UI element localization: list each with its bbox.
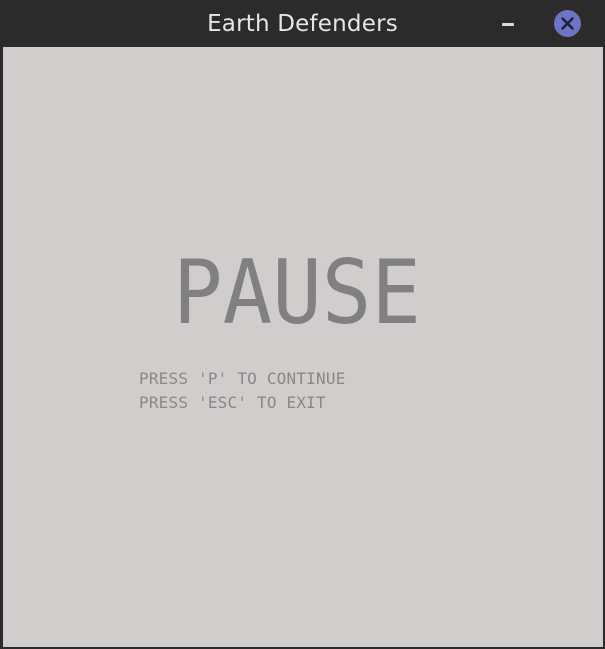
minimize-icon — [502, 23, 514, 26]
game-window: Earth Defenders PAUSE PRESS 'P' TO CONTI… — [0, 0, 605, 649]
pause-heading-text: PAUSE — [173, 251, 421, 331]
minimize-button[interactable] — [494, 10, 522, 38]
close-icon — [561, 17, 574, 30]
pause-heading: PAUSE — [173, 251, 421, 331]
close-button[interactable] — [554, 10, 581, 37]
title-bar[interactable]: Earth Defenders — [0, 0, 605, 47]
continue-hint: PRESS 'P' TO CONTINUE — [139, 369, 346, 388]
game-canvas[interactable]: PAUSE PRESS 'P' TO CONTINUE PRESS 'ESC' … — [3, 47, 603, 647]
exit-hint: PRESS 'ESC' TO EXIT — [139, 393, 326, 412]
